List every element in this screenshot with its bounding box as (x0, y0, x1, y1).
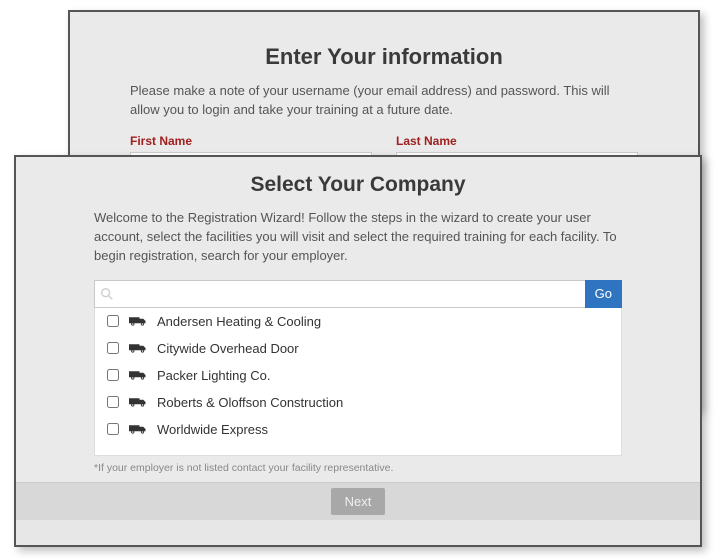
company-results-list[interactable]: Andersen Heating & Cooling Citywide Overh… (94, 308, 622, 456)
search-row: Go (94, 280, 622, 308)
company-result-item[interactable]: Roberts & Oloffson Construction (95, 389, 621, 416)
company-name: Worldwide Express (157, 422, 268, 437)
select-company-body: Select Your Company Welcome to the Regis… (16, 157, 700, 482)
truck-icon (129, 369, 147, 381)
truck-icon (129, 342, 147, 354)
wizard-footer: Next (16, 482, 700, 520)
company-result-item[interactable]: Andersen Heating & Cooling (95, 308, 621, 335)
truck-icon (129, 315, 147, 327)
company-result-item[interactable]: Packer Lighting Co. (95, 362, 621, 389)
last-name-label: Last Name (396, 134, 638, 148)
company-checkbox[interactable] (107, 369, 119, 381)
select-company-window: Select Your Company Welcome to the Regis… (14, 155, 702, 547)
page-title: Enter Your information (130, 44, 638, 70)
company-name: Packer Lighting Co. (157, 368, 270, 383)
truck-icon (129, 423, 147, 435)
next-button[interactable]: Next (331, 488, 386, 515)
first-name-label: First Name (130, 134, 372, 148)
company-result-item[interactable]: Worldwide Express (95, 416, 621, 443)
company-checkbox[interactable] (107, 423, 119, 435)
company-checkbox[interactable] (107, 315, 119, 327)
company-checkbox[interactable] (107, 342, 119, 354)
employer-footnote: *If your employer is not listed contact … (94, 462, 622, 474)
company-name: Citywide Overhead Door (157, 341, 299, 356)
company-checkbox[interactable] (107, 396, 119, 408)
go-button[interactable]: Go (585, 280, 622, 308)
search-icon (100, 287, 114, 301)
company-name: Roberts & Oloffson Construction (157, 395, 343, 410)
page-title: Select Your Company (94, 173, 622, 197)
page-subtitle: Welcome to the Registration Wizard! Foll… (94, 209, 622, 266)
search-box (94, 280, 585, 308)
page-subtitle: Please make a note of your username (you… (130, 82, 638, 120)
company-name: Andersen Heating & Cooling (157, 314, 321, 329)
company-search-input[interactable] (94, 280, 585, 308)
truck-icon (129, 396, 147, 408)
company-result-item[interactable]: Citywide Overhead Door (95, 335, 621, 362)
enter-info-body: Enter Your information Please make a not… (70, 30, 698, 120)
